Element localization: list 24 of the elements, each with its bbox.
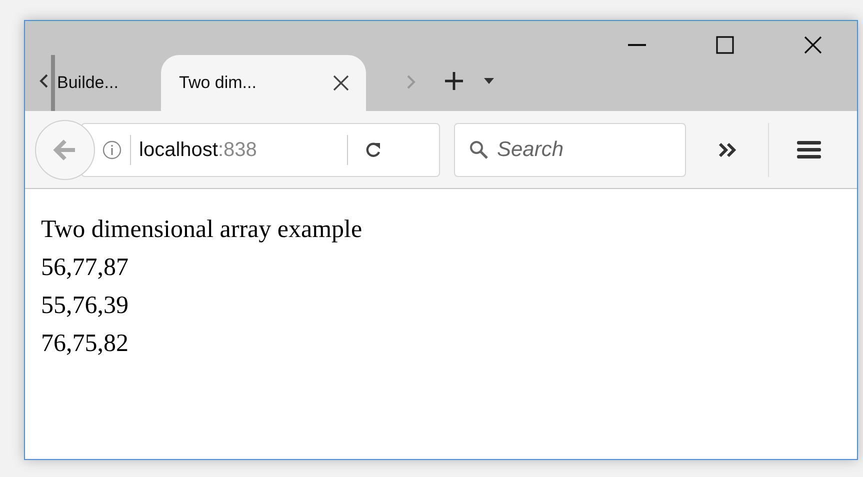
page-text: 56,77,87 — [41, 253, 128, 283]
plus-icon[interactable] — [444, 71, 464, 91]
info-icon[interactable] — [102, 140, 122, 160]
search-input[interactable]: Search — [497, 134, 667, 166]
page-text: 55,76,39 — [41, 291, 128, 321]
tab-title: Builde... — [57, 72, 118, 94]
browser-tab[interactable]: Two dim... — [161, 55, 366, 111]
address-bar[interactable]: localhost:838 — [81, 122, 440, 176]
tab-title: Two dim... — [179, 72, 256, 94]
chevron-left-icon — [39, 73, 49, 89]
close-icon — [804, 36, 822, 54]
close-icon[interactable] — [332, 74, 350, 92]
search-field[interactable]: Search — [454, 122, 686, 176]
search-icon — [469, 140, 489, 160]
dropdown-icon[interactable] — [484, 78, 494, 84]
menu-icon[interactable] — [797, 140, 821, 160]
page-text: 76,75,82 — [41, 329, 128, 359]
reload-icon[interactable] — [364, 140, 382, 158]
overflow-chevrons-icon[interactable] — [718, 142, 738, 158]
maximize-icon — [716, 36, 734, 54]
url-text: localhost:838 — [139, 138, 258, 162]
minimize-icon — [628, 44, 646, 46]
back-arrow-icon — [53, 138, 77, 160]
page-text: Two dimensional array example — [41, 215, 362, 245]
